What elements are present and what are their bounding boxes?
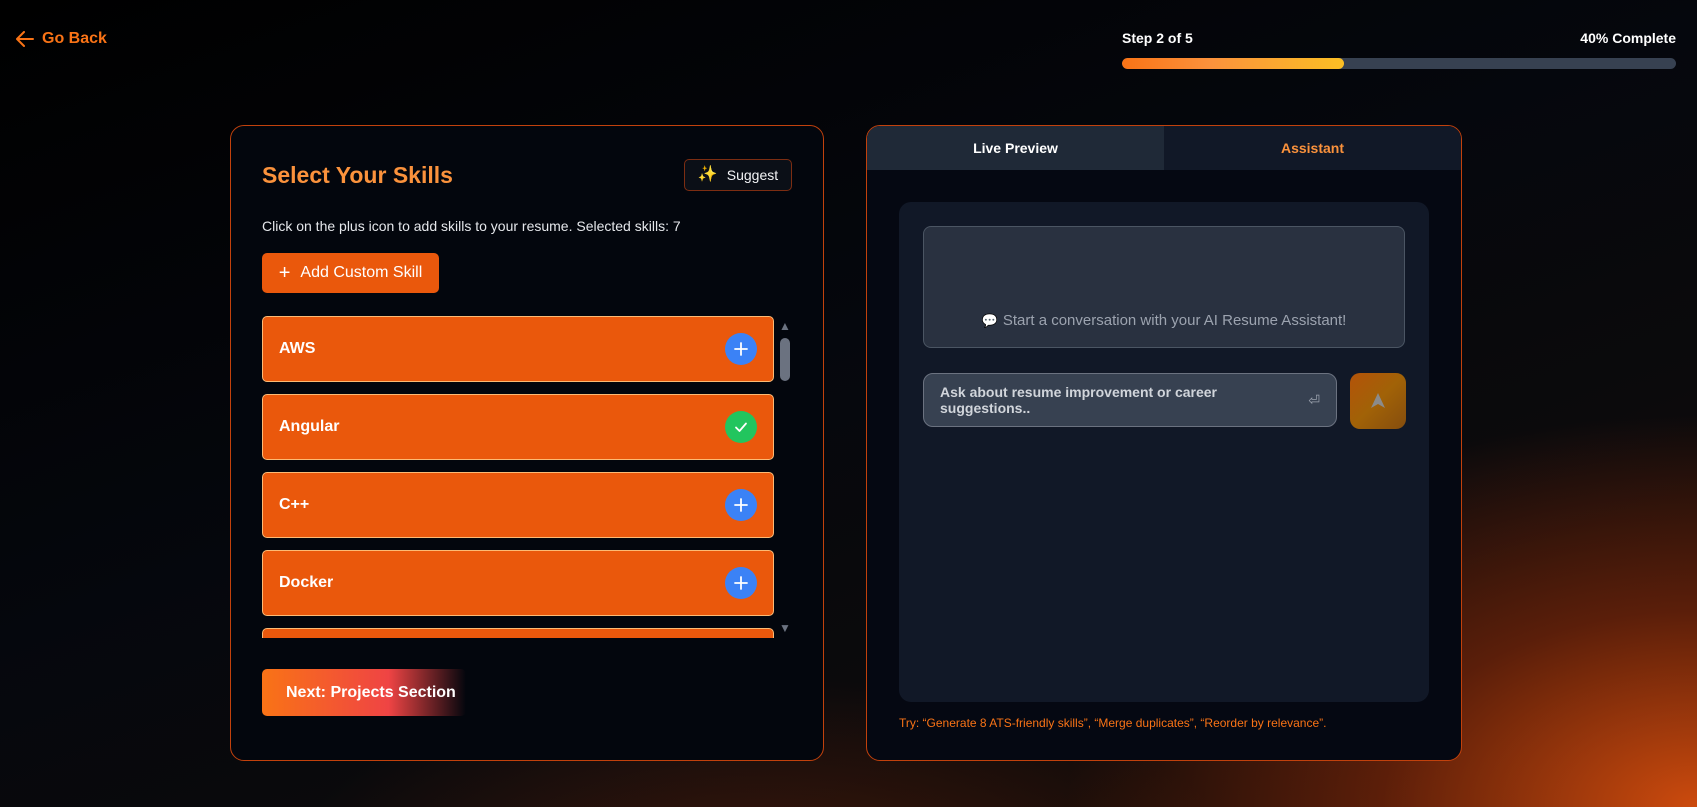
skill-name: C++ (279, 496, 310, 513)
skill-item-cpp[interactable]: C++ (262, 472, 774, 538)
arrow-left-icon (16, 31, 34, 47)
percent-label: 40% Complete (1580, 30, 1676, 46)
scroll-thumb[interactable] (780, 338, 790, 381)
plus-icon (734, 498, 748, 512)
next-projects-button[interactable]: Next: Projects Section (262, 669, 466, 716)
skill-name: Docker (279, 574, 334, 591)
add-skill-button[interactable] (725, 489, 757, 521)
scroll-down-arrow-icon[interactable]: ▼ (778, 622, 792, 634)
send-icon (1371, 393, 1385, 408)
send-button[interactable] (1350, 373, 1406, 429)
add-skill-button[interactable] (725, 567, 757, 599)
skills-scrollbar[interactable]: ▲ ▼ (778, 320, 792, 634)
suggest-label: Suggest (726, 167, 779, 183)
speech-bubble-icon: 💬 (981, 313, 998, 328)
chat-input-placeholder: Ask about resume improvement or career s… (940, 384, 1217, 416)
go-back-label: Go Back (42, 30, 107, 47)
skills-list[interactable]: AWS Angular C++ Docker (262, 316, 774, 638)
go-back-button[interactable]: Go Back (16, 30, 107, 48)
skill-name: Angular (279, 418, 340, 435)
assistant-panel: 💬 Start a conversation with your AI Resum… (899, 202, 1429, 702)
chat-input[interactable]: Ask about resume improvement or career s… (923, 373, 1337, 427)
add-skill-button[interactable] (725, 333, 757, 365)
enter-key-icon: ⏎ (1308, 391, 1320, 408)
progress-indicator: Step 2 of 5 40% Complete (1122, 30, 1676, 69)
progress-track (1122, 58, 1676, 69)
chat-history: 💬 Start a conversation with your AI Resum… (923, 226, 1405, 348)
sparkle-icon: ✨ (697, 166, 718, 183)
skill-item-partial[interactable] (262, 628, 774, 638)
scroll-up-arrow-icon[interactable]: ▲ (778, 320, 792, 332)
add-custom-skill-button[interactable]: + Add Custom Skill (262, 253, 439, 293)
tab-assistant[interactable]: Assistant (1164, 126, 1461, 170)
suggest-button[interactable]: ✨ Suggest (684, 159, 792, 191)
skill-item-aws[interactable]: AWS (262, 316, 774, 382)
selected-skill-button[interactable] (725, 411, 757, 443)
check-icon (735, 422, 747, 432)
skills-description: Click on the plus icon to add skills to … (262, 218, 681, 234)
chat-empty-state: 💬 Start a conversation with your AI Resum… (924, 312, 1404, 329)
assistant-hint: Try: “Generate 8 ATS-friendly skills”, “… (899, 716, 1327, 730)
chat-empty-message: Start a conversation with your AI Resume… (1002, 312, 1347, 329)
progress-fill (1122, 58, 1344, 69)
plus-icon (734, 342, 748, 356)
plus-icon: + (278, 262, 291, 284)
skill-item-docker[interactable]: Docker (262, 550, 774, 616)
panel-tabs: Live Preview Assistant (867, 126, 1461, 170)
skill-item-angular[interactable]: Angular (262, 394, 774, 460)
skills-title: Select Your Skills (262, 162, 453, 188)
skill-name: AWS (279, 340, 316, 357)
plus-icon (734, 576, 748, 590)
add-custom-skill-label: Add Custom Skill (300, 264, 423, 281)
preview-assistant-card: Live Preview Assistant 💬 Start a conversa… (866, 125, 1462, 761)
step-label: Step 2 of 5 (1122, 30, 1193, 46)
skills-card: Select Your Skills ✨ Suggest Click on th… (230, 125, 824, 761)
tab-live-preview[interactable]: Live Preview (867, 126, 1164, 170)
